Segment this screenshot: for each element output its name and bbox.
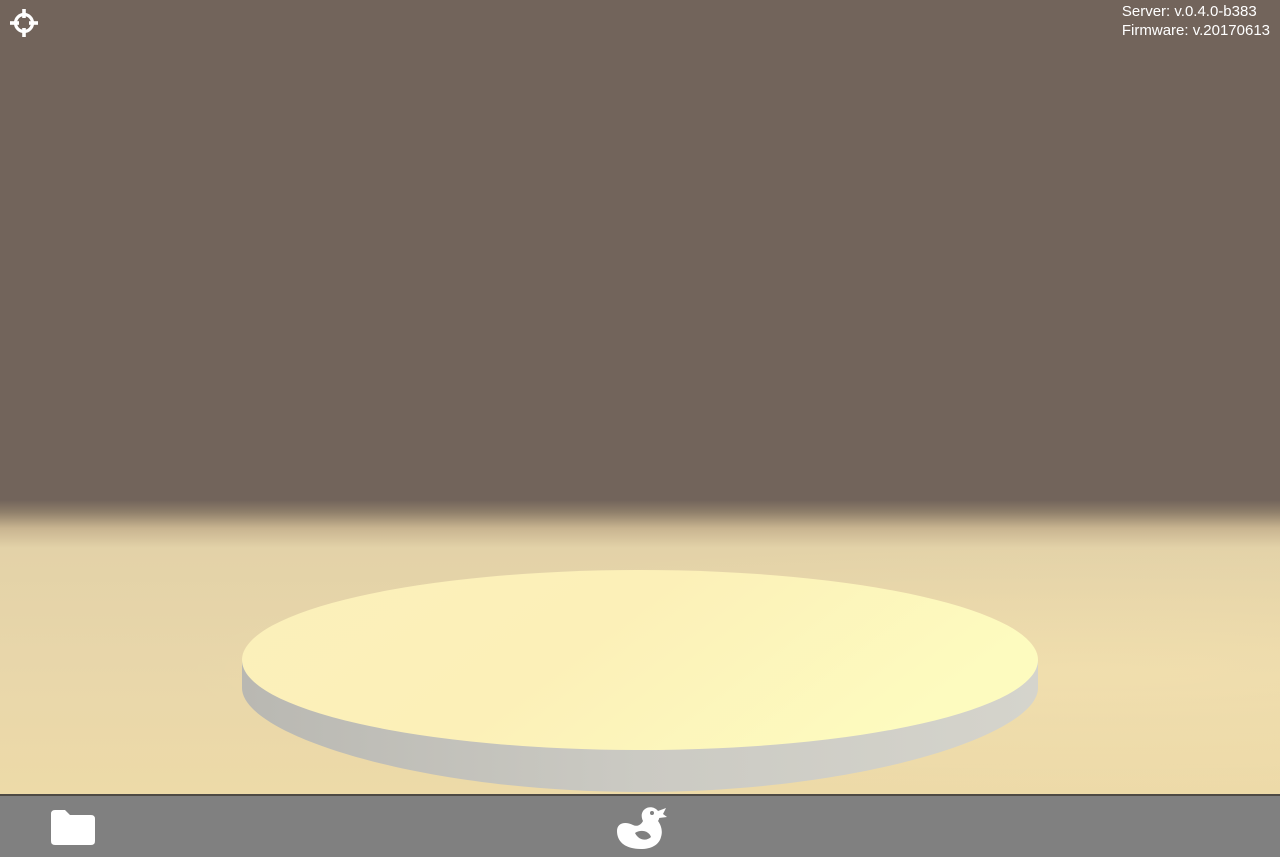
crosshair-icon[interactable] <box>9 8 39 38</box>
3d-viewport[interactable]: Server: v.0.4.0-b383 Firmware: v.2017061… <box>0 0 1280 794</box>
bottom-toolbar <box>0 794 1280 857</box>
firmware-version: Firmware: v.20170613 <box>1121 22 1270 39</box>
version-info: Server: v.0.4.0-b383 Firmware: v.2017061… <box>1122 2 1270 40</box>
folder-icon[interactable] <box>48 804 98 848</box>
server-version: Server: v.0.4.0-b383 <box>1121 3 1257 20</box>
build-platform[interactable] <box>230 560 1050 794</box>
duck-icon[interactable] <box>613 801 669 853</box>
